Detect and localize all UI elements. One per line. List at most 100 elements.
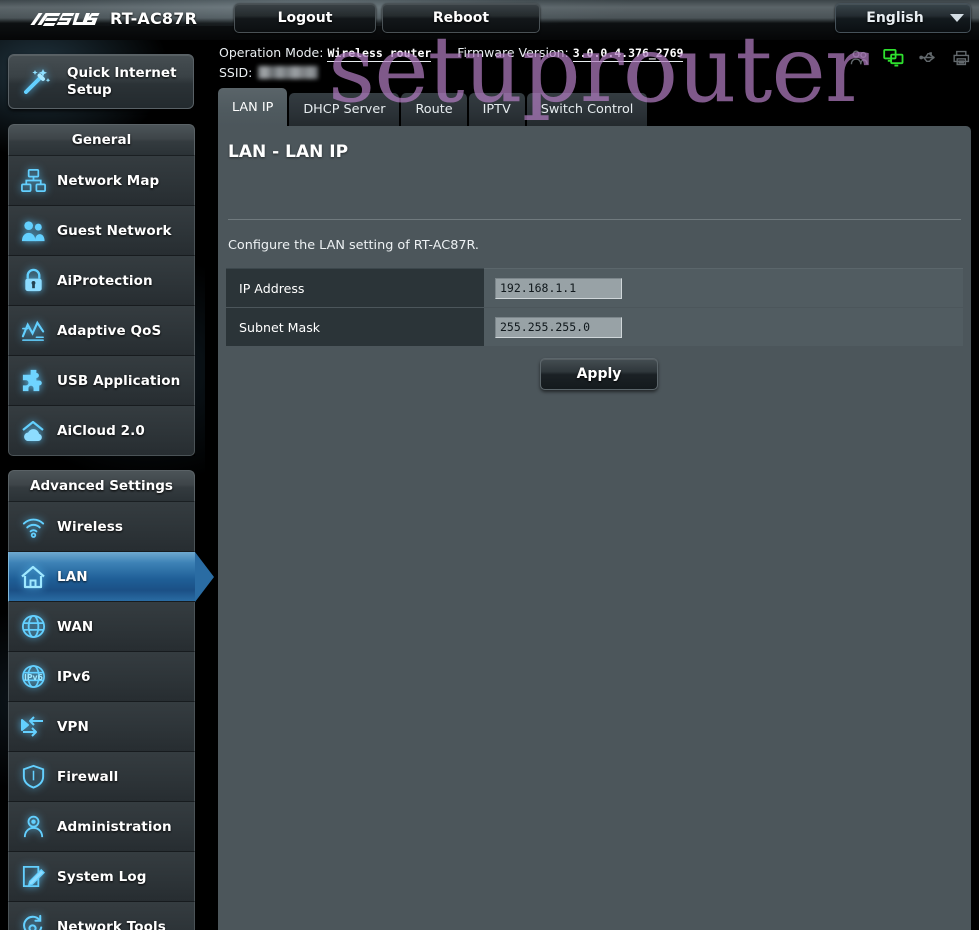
sidebar-label: Network Map — [57, 172, 160, 189]
clients-icon[interactable] — [850, 49, 869, 70]
ip-address-label: IP Address — [226, 268, 484, 308]
asus-logo — [27, 9, 101, 29]
home-icon — [9, 563, 57, 591]
sidebar-label: Wireless — [57, 518, 123, 535]
status-icon-group — [850, 48, 971, 71]
status-info-strip: Operation Mode: Wireless router Firmware… — [210, 40, 979, 88]
tab-lan-ip[interactable]: LAN IP — [218, 88, 288, 126]
qis-line-2: Setup — [67, 81, 112, 98]
user-icon — [9, 813, 57, 840]
vpn-arrows-icon — [9, 713, 57, 741]
tab-route[interactable]: Route — [401, 93, 467, 126]
guest-network-icon — [9, 217, 57, 244]
network-monitors-icon[interactable] — [883, 48, 904, 71]
tab-bar: LAN IP DHCP Server Route IPTV Switch Con… — [218, 88, 649, 126]
sidebar-item-wan[interactable]: WAN — [8, 602, 195, 652]
lan-settings-table: IP Address Subnet Mask — [226, 268, 963, 347]
logout-button[interactable]: Logout — [234, 3, 376, 33]
sidebar-item-network-tools[interactable]: Network Tools — [8, 902, 195, 930]
sidebar-item-aicloud[interactable]: AiCloud 2.0 — [8, 406, 195, 456]
sidebar-item-system-log[interactable]: System Log — [8, 852, 195, 902]
apply-button[interactable]: Apply — [540, 358, 658, 390]
page-title: LAN - LAN IP — [228, 142, 349, 162]
ip-address-input[interactable] — [495, 277, 622, 299]
sidebar-label: Firewall — [57, 768, 119, 785]
sidebar-group-general: General Network Map Guest Network AiProt… — [8, 124, 195, 456]
main-content-area: Operation Mode: Wireless router Firmware… — [210, 40, 979, 930]
usb-icon[interactable] — [918, 49, 938, 70]
sidebar-label: IPv6 — [57, 668, 91, 685]
sidebar-item-guest-network[interactable]: Guest Network — [8, 206, 195, 256]
sidebar-item-usb-application[interactable]: USB Application — [8, 356, 195, 406]
subnet-mask-label: Subnet Mask — [226, 307, 484, 347]
sidebar-item-aiprotection[interactable]: AiProtection — [8, 256, 195, 306]
sidebar-label: Network Tools — [57, 918, 166, 930]
magic-wand-icon — [9, 67, 63, 97]
puzzle-icon — [9, 367, 57, 394]
table-row: IP Address — [226, 268, 963, 308]
ssid-label: SSID: — [219, 65, 253, 80]
sidebar-label: System Log — [57, 868, 147, 885]
globe-icon — [9, 613, 57, 640]
sidebar-group-title-advanced: Advanced Settings — [8, 470, 195, 502]
reboot-button[interactable]: Reboot — [382, 3, 540, 33]
sidebar-label: LAN — [57, 568, 88, 585]
top-header-bar: RT-AC87R Logout Reboot English — [0, 0, 979, 40]
sidebar: Quick Internet Setup General Network Map… — [0, 40, 214, 930]
quick-internet-setup-label: Quick Internet Setup — [63, 65, 177, 99]
chevron-down-icon — [944, 14, 970, 22]
ssid-line: SSID: — [219, 65, 319, 80]
router-model-name: RT-AC87R — [110, 9, 198, 28]
shield-icon — [9, 763, 57, 790]
pencil-note-icon — [9, 863, 57, 890]
cloud-icon — [9, 417, 57, 445]
sidebar-group-title-general: General — [8, 124, 195, 156]
tab-switch-control[interactable]: Switch Control — [526, 93, 648, 126]
sidebar-item-network-map[interactable]: Network Map — [8, 156, 195, 206]
sidebar-label: Guest Network — [57, 222, 172, 239]
sidebar-item-lan[interactable]: LAN — [8, 552, 214, 602]
page-description: Configure the LAN setting of RT-AC87R. — [228, 238, 480, 253]
qis-line-1: Quick Internet — [67, 64, 177, 81]
tab-iptv[interactable]: IPTV — [468, 93, 525, 126]
network-map-icon — [9, 167, 57, 194]
lock-icon — [9, 267, 57, 294]
ssid-value-redacted — [258, 66, 319, 79]
sidebar-label: Administration — [57, 818, 172, 835]
ipv6-globe-icon: IPv6 — [9, 663, 57, 690]
language-selector[interactable]: English — [835, 3, 971, 33]
router-admin-page: RT-AC87R Logout Reboot English Quick Int… — [0, 0, 979, 930]
firmware-version-label: Firmware Version: — [457, 45, 569, 60]
sidebar-item-quick-internet-setup[interactable]: Quick Internet Setup — [8, 54, 194, 109]
sidebar-item-wireless[interactable]: Wireless — [8, 502, 195, 552]
operation-mode-value[interactable]: Wireless router — [327, 46, 432, 62]
printer-icon[interactable] — [952, 49, 971, 71]
asus-logo-glyph — [30, 12, 100, 26]
sidebar-label: AiCloud 2.0 — [57, 422, 145, 439]
sidebar-group-advanced-settings: Advanced Settings Wireless LAN WAN IPv6 … — [8, 470, 214, 930]
operation-mode-label: Operation Mode: — [219, 45, 324, 60]
table-row: Subnet Mask — [226, 307, 963, 347]
sidebar-item-firewall[interactable]: Firewall — [8, 752, 195, 802]
title-divider — [228, 219, 961, 220]
chart-icon — [9, 317, 57, 344]
sidebar-item-ipv6[interactable]: IPv6 IPv6 — [8, 652, 195, 702]
language-label: English — [866, 10, 924, 26]
tab-dhcp-server[interactable]: DHCP Server — [289, 93, 400, 126]
sidebar-item-administration[interactable]: Administration — [8, 802, 195, 852]
sidebar-label: WAN — [57, 618, 94, 635]
sidebar-label: VPN — [57, 718, 89, 735]
subnet-mask-input[interactable] — [495, 316, 622, 338]
operation-firmware-line: Operation Mode: Wireless router Firmware… — [219, 45, 684, 62]
sidebar-label: AiProtection — [57, 272, 153, 289]
sidebar-label: USB Application — [57, 372, 181, 389]
firmware-version-value[interactable]: 3.0.0.4.376_2769 — [572, 46, 684, 62]
svg-text:IPv6: IPv6 — [24, 673, 43, 682]
sidebar-item-vpn[interactable]: VPN — [8, 702, 195, 752]
active-item-arrow-icon — [195, 552, 214, 602]
network-tools-icon — [9, 913, 57, 930]
sidebar-item-adaptive-qos[interactable]: Adaptive QoS — [8, 306, 195, 356]
ip-address-cell — [484, 268, 963, 308]
sidebar-label: Adaptive QoS — [57, 322, 162, 339]
subnet-mask-cell — [484, 307, 963, 347]
